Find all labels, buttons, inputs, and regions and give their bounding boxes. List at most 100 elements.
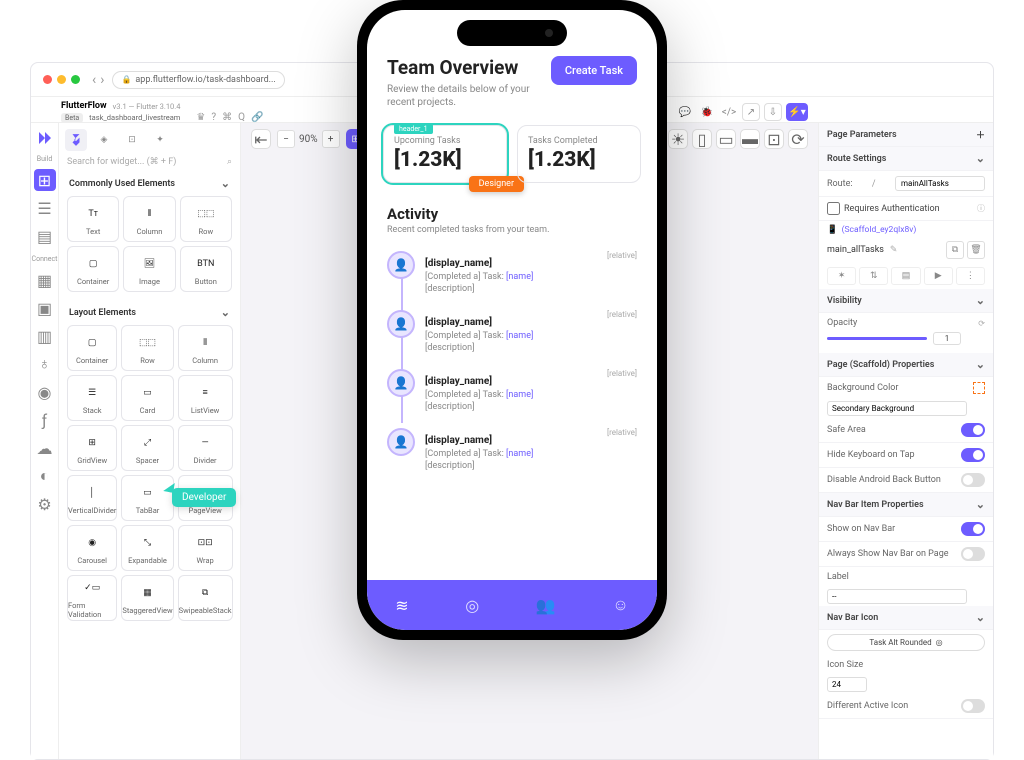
widget-form-validation[interactable]: ✓▭Form Validation xyxy=(67,575,117,621)
label-input[interactable] xyxy=(827,589,967,604)
icon-size-input[interactable] xyxy=(827,677,867,692)
rail-theme[interactable]: ◐ xyxy=(34,465,56,487)
delete-icon[interactable]: 🗑 xyxy=(967,241,985,259)
nav-tasks-icon[interactable]: ≋ xyxy=(395,596,408,615)
run-button[interactable]: ⚡▾ xyxy=(786,103,808,121)
copy-icon[interactable]: ⧉ xyxy=(946,241,964,259)
widget-staggeredview[interactable]: ▦StaggeredView xyxy=(121,575,173,621)
device-phone-icon[interactable]: ▯ xyxy=(692,129,712,149)
crown-icon[interactable]: ♛ xyxy=(196,112,205,123)
widgets-tab-flutter[interactable] xyxy=(65,129,87,151)
rail-settings[interactable]: ⚙ xyxy=(34,493,56,515)
safe-area-toggle[interactable] xyxy=(961,423,985,437)
widgets-tab-custom[interactable]: ✦ xyxy=(149,129,171,151)
widget-row[interactable]: ⬚⬚Row xyxy=(180,196,232,242)
disable-back-toggle[interactable] xyxy=(961,473,985,487)
nav-team-icon[interactable]: 👥 xyxy=(536,596,556,615)
device-tablet-icon[interactable]: ▭ xyxy=(716,129,736,149)
widget-divider[interactable]: —Divider xyxy=(178,425,233,471)
nav-profile-icon[interactable]: ☺ xyxy=(612,595,628,615)
rail-cloud[interactable]: ☁ xyxy=(34,437,56,459)
prop-tab-2[interactable]: ⇅ xyxy=(859,267,888,285)
prop-tab-3[interactable]: ▤ xyxy=(891,267,920,285)
bug-icon[interactable]: 🐞 xyxy=(698,103,716,121)
rail-api[interactable]: ▣ xyxy=(34,297,56,319)
bg-color-input[interactable] xyxy=(827,401,967,416)
activity-item[interactable]: 👤[display_name][relative][Completed a] T… xyxy=(387,302,637,361)
widget-listview[interactable]: ≡ListView xyxy=(178,375,233,421)
comment-icon[interactable]: 💬 xyxy=(676,103,694,121)
cmd-icon[interactable]: ⌘ xyxy=(222,112,232,123)
download-icon[interactable]: ⇩ xyxy=(764,103,782,121)
rail-widgets[interactable]: ⊞ xyxy=(34,169,56,191)
address-bar[interactable]: 🔒app.flutterflow.io/task-dashboard... xyxy=(112,71,284,89)
nav-icon-picker[interactable]: Task Alt Rounded◎ xyxy=(827,634,985,651)
widget-container[interactable]: ▢Container xyxy=(67,325,117,371)
widget-gridview[interactable]: ⊞GridView xyxy=(67,425,117,471)
widget-carousel[interactable]: ◉Carousel xyxy=(67,525,117,571)
widget-button[interactable]: BTNButton xyxy=(180,246,232,292)
app-version: v3.1 — Flutter 3.10.4 xyxy=(113,102,181,111)
widget-stack[interactable]: ☰Stack xyxy=(67,375,117,421)
widget-spacer[interactable]: ⤢Spacer xyxy=(121,425,173,471)
fit-icon[interactable]: ⇤ xyxy=(251,129,271,149)
opacity-value[interactable]: 1 xyxy=(933,332,961,345)
rail-pages[interactable]: ▤ xyxy=(34,225,56,247)
opacity-slider[interactable] xyxy=(827,337,927,340)
activity-item[interactable]: 👤[display_name][relative][Completed a] T… xyxy=(387,361,637,420)
widget-expandable[interactable]: ⤡Expandable xyxy=(121,525,173,571)
prop-tab-5[interactable]: ⋮ xyxy=(956,267,985,285)
prop-tab-4[interactable]: ▶ xyxy=(924,267,953,285)
help-icon[interactable]: ? xyxy=(211,112,216,123)
chevron-down-icon: ⌄ xyxy=(221,306,230,319)
color-swatch[interactable] xyxy=(973,382,985,394)
widget-text[interactable]: TᴛText xyxy=(67,196,119,242)
rail-functions[interactable]: ƒ xyxy=(34,409,56,431)
brightness-icon[interactable]: ☀ xyxy=(668,129,688,149)
widget-card[interactable]: ▭Card xyxy=(121,375,173,421)
requires-auth-checkbox[interactable]: Requires Authentication xyxy=(827,202,940,215)
activity-item[interactable]: 👤[display_name][relative][Completed a] T… xyxy=(387,243,637,302)
widgets-tab-components[interactable]: ◈ xyxy=(93,129,115,151)
widget-column[interactable]: ⦀Column xyxy=(178,325,233,371)
page-params-header[interactable]: Page Parameters＋ xyxy=(819,123,993,147)
device-desktop-icon[interactable]: ▬ xyxy=(740,129,760,149)
rail-tree[interactable]: ☰ xyxy=(34,197,56,219)
stat-upcoming[interactable]: header_1 Upcoming Tasks [1.23K] Designer xyxy=(383,125,507,183)
zoom-out[interactable]: − xyxy=(277,130,295,148)
prop-tab-1[interactable]: ✶ xyxy=(827,267,856,285)
link-icon[interactable]: 🔗 xyxy=(251,112,263,123)
widget-swipeablestack[interactable]: ⧉SwipeableStack xyxy=(178,575,233,621)
widget-container[interactable]: ▢Container xyxy=(67,246,119,292)
activity-item[interactable]: 👤[display_name][relative][Completed a] T… xyxy=(387,420,637,479)
widget-column[interactable]: ⦀Column xyxy=(123,196,175,242)
stat-completed[interactable]: Tasks Completed [1.23K] xyxy=(517,125,641,183)
search-icon[interactable]: Q xyxy=(238,112,245,123)
always-show-toggle[interactable] xyxy=(961,547,985,561)
route-input[interactable] xyxy=(895,176,985,191)
route-settings-header[interactable]: Route Settings⌄ xyxy=(819,147,993,171)
zoom-in[interactable]: + xyxy=(322,130,340,148)
widgets-tab-templates[interactable]: ⊡ xyxy=(121,129,143,151)
hide-kb-toggle[interactable] xyxy=(961,448,985,462)
widget-verticaldivider[interactable]: │VerticalDivider xyxy=(67,475,117,521)
rail-firestore[interactable]: ▦ xyxy=(34,269,56,291)
diff-icon-toggle[interactable] xyxy=(961,699,985,713)
rail-data[interactable]: ▥ xyxy=(34,325,56,347)
open-icon[interactable]: ↗ xyxy=(742,103,760,121)
create-task-button[interactable]: Create Task xyxy=(551,56,637,85)
show-nav-toggle[interactable] xyxy=(961,522,985,536)
rail-media[interactable]: ◉ xyxy=(34,381,56,403)
section-common[interactable]: Commonly Used Elements⌄ xyxy=(59,171,240,196)
rail-auth[interactable]: ♁ xyxy=(34,353,56,375)
widget-image[interactable]: 🖼Image xyxy=(123,246,175,292)
nav-done-icon[interactable]: ◎ xyxy=(465,596,479,615)
orientation-icon[interactable]: ⟳ xyxy=(788,129,808,149)
widget-wrap[interactable]: ⊡⊡Wrap xyxy=(178,525,233,571)
edit-icon[interactable]: ✎ xyxy=(890,245,898,255)
section-layout[interactable]: Layout Elements⌄ xyxy=(59,300,240,325)
device-list-icon[interactable]: ⊡ xyxy=(764,129,784,149)
widget-row[interactable]: ⬚⬚Row xyxy=(121,325,173,371)
widget-search[interactable]: Search for widget... (⌘ + F)⌕ xyxy=(67,157,232,167)
code-icon[interactable]: </> xyxy=(720,103,738,121)
